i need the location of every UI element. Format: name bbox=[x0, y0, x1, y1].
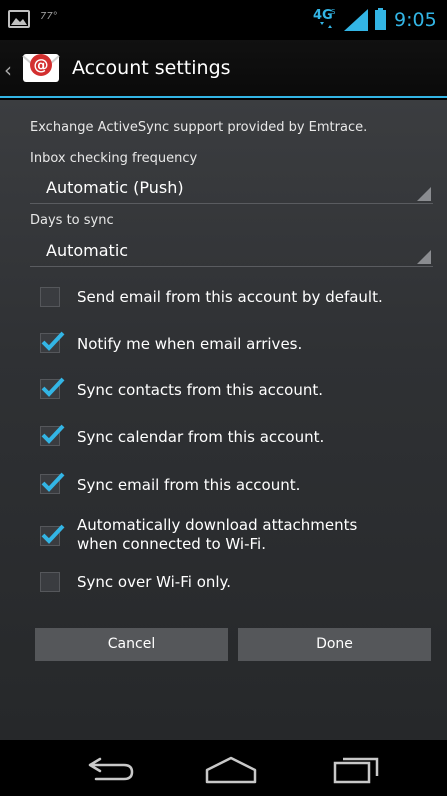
option-label: Automatically download attachments when … bbox=[77, 516, 358, 553]
recent-apps-icon[interactable] bbox=[333, 754, 381, 784]
option-label: Sync contacts from this account. bbox=[77, 381, 323, 399]
days-to-sync-spinner[interactable]: Automatic bbox=[30, 237, 433, 267]
network-4g-icon: 4G S bbox=[313, 8, 336, 28]
checkbox-checked[interactable] bbox=[40, 424, 65, 446]
navigation-bar bbox=[0, 740, 447, 796]
checkbox-checked[interactable] bbox=[40, 331, 65, 353]
status-bar: 77° 4G S 9:05 bbox=[0, 0, 447, 40]
page-title: Account settings bbox=[72, 57, 231, 79]
option-default-account[interactable]: Send email from this account by default. bbox=[36, 283, 436, 319]
inbox-frequency-value: Automatic (Push) bbox=[46, 178, 184, 197]
option-sync-contacts[interactable]: Sync contacts from this account. bbox=[36, 375, 436, 411]
inbox-frequency-spinner[interactable]: Automatic (Push) bbox=[30, 174, 433, 204]
signal-strength-icon bbox=[344, 9, 368, 31]
dropdown-indicator-icon bbox=[417, 250, 431, 264]
option-label: Sync email from this account. bbox=[77, 476, 301, 494]
svg-text:4G: 4G bbox=[313, 8, 333, 23]
option-wifi-only[interactable]: Sync over Wi-Fi only. bbox=[36, 568, 436, 604]
days-to-sync-value: Automatic bbox=[46, 241, 129, 260]
option-label: Send email from this account by default. bbox=[77, 288, 383, 306]
option-sync-email[interactable]: Sync email from this account. bbox=[36, 470, 436, 506]
clock: 9:05 bbox=[394, 9, 437, 31]
svg-text:@: @ bbox=[34, 56, 49, 74]
svg-text:S: S bbox=[331, 8, 336, 16]
action-bar: ‹ @ Account settings bbox=[0, 40, 447, 98]
settings-content: Exchange ActiveSync support provided by … bbox=[0, 100, 447, 740]
image-notification-icon bbox=[8, 10, 30, 28]
inbox-frequency-label: Inbox checking frequency bbox=[30, 151, 198, 166]
days-to-sync-label: Days to sync bbox=[30, 213, 114, 228]
option-notify[interactable]: Notify me when email arrives. bbox=[36, 329, 436, 365]
dropdown-indicator-icon bbox=[417, 187, 431, 201]
battery-icon bbox=[375, 8, 386, 30]
checkmark-icon bbox=[41, 331, 65, 351]
temperature-indicator: 77° bbox=[40, 11, 58, 22]
home-icon[interactable] bbox=[205, 756, 257, 784]
option-download-attachments[interactable]: Automatically download attachments when … bbox=[36, 514, 436, 560]
checkmark-icon bbox=[41, 472, 65, 492]
back-icon[interactable] bbox=[86, 757, 136, 783]
option-label: Sync over Wi-Fi only. bbox=[77, 573, 232, 591]
checkbox-checked[interactable] bbox=[40, 524, 65, 546]
cancel-button[interactable]: Cancel bbox=[35, 628, 228, 661]
done-button[interactable]: Done bbox=[238, 628, 431, 661]
option-sync-calendar[interactable]: Sync calendar from this account. bbox=[36, 422, 436, 458]
checkbox-unchecked[interactable] bbox=[40, 287, 60, 307]
option-label: Notify me when email arrives. bbox=[77, 335, 303, 353]
checkmark-icon bbox=[41, 524, 65, 544]
option-label: Sync calendar from this account. bbox=[77, 428, 325, 446]
checkmark-icon bbox=[41, 424, 65, 444]
checkmark-icon bbox=[41, 377, 65, 397]
up-navigation-icon[interactable]: ‹ bbox=[4, 58, 12, 82]
email-app-icon[interactable]: @ bbox=[21, 48, 61, 88]
checkbox-unchecked[interactable] bbox=[40, 572, 60, 592]
activesync-info-text: Exchange ActiveSync support provided by … bbox=[30, 120, 368, 135]
checkbox-checked[interactable] bbox=[40, 377, 65, 399]
checkbox-checked[interactable] bbox=[40, 472, 65, 494]
